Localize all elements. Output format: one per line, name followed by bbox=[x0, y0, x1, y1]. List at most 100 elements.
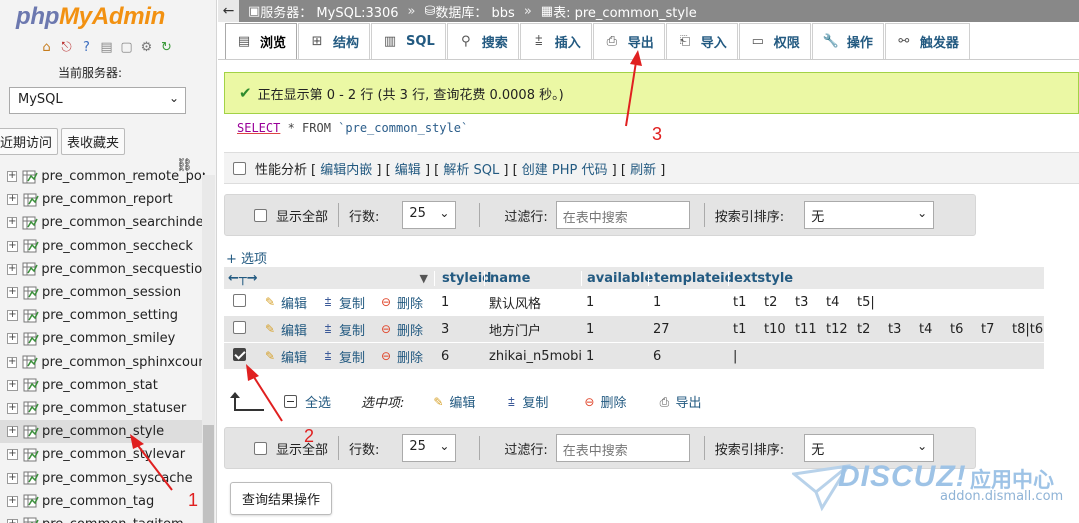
breadcrumb-database[interactable]: ⛁ 数据库： bbs bbox=[425, 2, 515, 21]
table-browse-icon[interactable] bbox=[23, 448, 39, 462]
tab-operations[interactable]: 🔧 操作 bbox=[811, 23, 884, 59]
expand-icon[interactable]: + bbox=[7, 402, 18, 414]
sort-arrow-icon[interactable]: ▼ bbox=[420, 272, 428, 285]
col-name[interactable]: name bbox=[484, 270, 581, 286]
filter-input[interactable]: 在表中搜索 bbox=[555, 201, 690, 229]
tab-privileges[interactable]: ▭ 权限 bbox=[738, 23, 811, 59]
sidebar-table-item[interactable]: + pre_common_statuser bbox=[0, 397, 205, 420]
table-browse-icon[interactable] bbox=[23, 517, 39, 523]
sidebar-table-label[interactable]: pre_common_searchindex bbox=[41, 215, 205, 230]
table-browse-icon[interactable] bbox=[23, 239, 39, 253]
sidebar-table-item[interactable]: + pre_common_stat bbox=[0, 374, 205, 397]
row-copy-button[interactable]: ⩲ 复制 bbox=[320, 320, 365, 339]
row-copy-button[interactable]: ⩲ 复制 bbox=[320, 293, 365, 312]
sidebar-table-item[interactable]: + pre_common_syscache bbox=[0, 466, 205, 489]
cell-name[interactable]: 地方门户 bbox=[484, 320, 581, 339]
sidebar-table-item[interactable]: + pre_common_seccheck bbox=[0, 235, 205, 258]
cell-name[interactable]: zhikai_n5mobi bbox=[484, 349, 581, 364]
bulk-edit-button[interactable]: ✎ 编辑 bbox=[430, 392, 475, 412]
row-checkbox[interactable] bbox=[233, 347, 246, 361]
show-all-checkbox-bottom[interactable] bbox=[254, 441, 267, 455]
check-all-link[interactable]: 全选 bbox=[305, 392, 331, 411]
table-browse-icon[interactable] bbox=[22, 170, 39, 184]
tab-import[interactable]: ⎗ 导入 bbox=[665, 23, 738, 59]
sidebar-table-label[interactable]: pre_common_sphinxcounter bbox=[41, 355, 205, 370]
expand-icon[interactable]: + bbox=[7, 426, 18, 438]
tab-export[interactable]: ⎙ 导出 bbox=[592, 23, 665, 59]
help-icon[interactable]: ? bbox=[78, 39, 95, 56]
show-all-checkbox[interactable] bbox=[254, 208, 267, 222]
explain-sql-link[interactable]: 解析 SQL bbox=[443, 163, 499, 178]
breadcrumb-table[interactable]: ▦ 表: pre_common_style bbox=[541, 2, 697, 21]
home-icon[interactable]: ⌂ bbox=[38, 39, 55, 56]
sidebar-table-label[interactable]: pre_common_tag bbox=[42, 494, 154, 509]
nav-scrollbar[interactable] bbox=[202, 175, 215, 523]
sidebar-table-label[interactable]: pre_common_report bbox=[42, 192, 173, 207]
sidebar-table-item[interactable]: + pre_common_searchindex bbox=[0, 211, 205, 234]
sidebar-table-label[interactable]: pre_common_syscache bbox=[42, 471, 193, 486]
reload-icon[interactable]: ↻ bbox=[158, 39, 175, 56]
cell-styleid[interactable]: 3 bbox=[434, 322, 484, 337]
expand-icon[interactable]: + bbox=[7, 495, 18, 507]
expand-icon[interactable]: + bbox=[7, 333, 18, 345]
sidebar-table-item[interactable]: + pre_common_remote_port bbox=[0, 165, 205, 188]
table-browse-icon[interactable] bbox=[23, 425, 39, 439]
cell-name[interactable]: 默认风格 bbox=[484, 293, 581, 312]
tab-triggers[interactable]: ⚯ 触发器 bbox=[884, 23, 970, 59]
sidebar-table-label[interactable]: pre_common_tagitem bbox=[42, 517, 184, 523]
col-extstyle[interactable]: extstyle bbox=[728, 270, 1044, 286]
table-browse-icon[interactable] bbox=[23, 309, 39, 323]
sidebar-table-item[interactable]: + pre_common_setting bbox=[0, 304, 205, 327]
cell-styleid[interactable]: 6 bbox=[434, 349, 484, 364]
logout-icon[interactable]: ⎋ bbox=[58, 39, 75, 56]
column-resize-handle[interactable]: ←┬→ ▼ bbox=[224, 271, 434, 286]
sidebar-table-item[interactable]: + pre_common_report bbox=[0, 188, 205, 211]
tab-structure[interactable]: ⊞ 结构 bbox=[298, 23, 371, 59]
expand-icon[interactable]: + bbox=[7, 379, 18, 391]
refresh-link[interactable]: 刷新 bbox=[630, 163, 656, 178]
sort-select[interactable]: 无 ⌄ bbox=[804, 201, 935, 229]
row-delete-button[interactable]: ⊖ 删除 bbox=[378, 320, 423, 339]
sidebar-table-label[interactable]: pre_common_stat bbox=[42, 378, 158, 393]
bulk-copy-button[interactable]: ⩲ 复制 bbox=[503, 392, 549, 412]
row-edit-button[interactable]: ✎ 编辑 bbox=[262, 347, 307, 366]
tab-insert[interactable]: ⩲ 插入 bbox=[519, 23, 592, 59]
tab-search[interactable]: ⚲ 搜索 bbox=[446, 23, 519, 59]
sql-keyword-select[interactable]: SELECT bbox=[237, 121, 280, 135]
row-edit-button[interactable]: ✎ 编辑 bbox=[262, 293, 307, 312]
table-browse-icon[interactable] bbox=[23, 494, 39, 508]
sidebar-table-item[interactable]: + pre_common_secquestion bbox=[0, 258, 205, 281]
breadcrumb-server[interactable]: ▣ 服务器： MySQL:3306 bbox=[248, 2, 399, 21]
check-all-checkbox[interactable] bbox=[284, 395, 297, 408]
filter-input-bottom[interactable]: 在表中搜索 bbox=[555, 434, 690, 462]
bulk-export-button[interactable]: ⎙ 导出 bbox=[656, 392, 702, 412]
expand-icon[interactable]: + bbox=[7, 240, 18, 252]
phpmyadmin-logo[interactable]: phpMyAdmin bbox=[16, 3, 165, 31]
table-browse-icon[interactable] bbox=[22, 216, 39, 230]
options-link[interactable]: + 选项 bbox=[226, 248, 267, 267]
row-edit-button[interactable]: ✎ 编辑 bbox=[262, 320, 307, 339]
cell-styleid[interactable]: 1 bbox=[434, 295, 484, 310]
sidebar-table-item[interactable]: + pre_common_sphinxcounter bbox=[0, 351, 205, 374]
tab-sql[interactable]: ▥ SQL bbox=[371, 23, 446, 59]
expand-icon[interactable]: + bbox=[7, 217, 18, 229]
sidebar-table-label[interactable]: pre_common_seccheck bbox=[42, 239, 193, 254]
sidebar-table-label[interactable]: pre_common_smiley bbox=[42, 331, 175, 346]
cell-available[interactable]: 1 bbox=[581, 349, 648, 364]
edit-inline-link[interactable]: 编辑内嵌 bbox=[320, 163, 372, 178]
rows-select[interactable]: 25 ⌄ bbox=[402, 201, 457, 229]
sidebar-table-item[interactable]: + pre_common_style bbox=[0, 420, 205, 444]
cell-templateid[interactable]: 1 bbox=[648, 295, 728, 310]
table-browse-icon[interactable] bbox=[23, 193, 39, 207]
expand-icon[interactable]: + bbox=[7, 449, 18, 461]
row-copy-button[interactable]: ⩲ 复制 bbox=[320, 347, 365, 366]
table-browse-icon[interactable] bbox=[23, 401, 39, 415]
sidebar-table-label[interactable]: pre_common_secquestion bbox=[41, 262, 205, 277]
rows-select-bottom[interactable]: 25 ⌄ bbox=[402, 434, 457, 462]
gear-icon[interactable]: ⚙ bbox=[138, 39, 155, 56]
sidebar-table-item[interactable]: + pre_common_session bbox=[0, 281, 205, 304]
cell-extstyle[interactable]: t1 t10 t11 t12 t2 t3 t4 t6 t7 t8|t6 bbox=[728, 322, 1044, 337]
cell-extstyle[interactable]: t1 t2 t3 t4 t5| bbox=[728, 295, 1044, 310]
cell-templateid[interactable]: 27 bbox=[648, 322, 728, 337]
sidebar-table-label[interactable]: pre_common_setting bbox=[42, 308, 178, 323]
